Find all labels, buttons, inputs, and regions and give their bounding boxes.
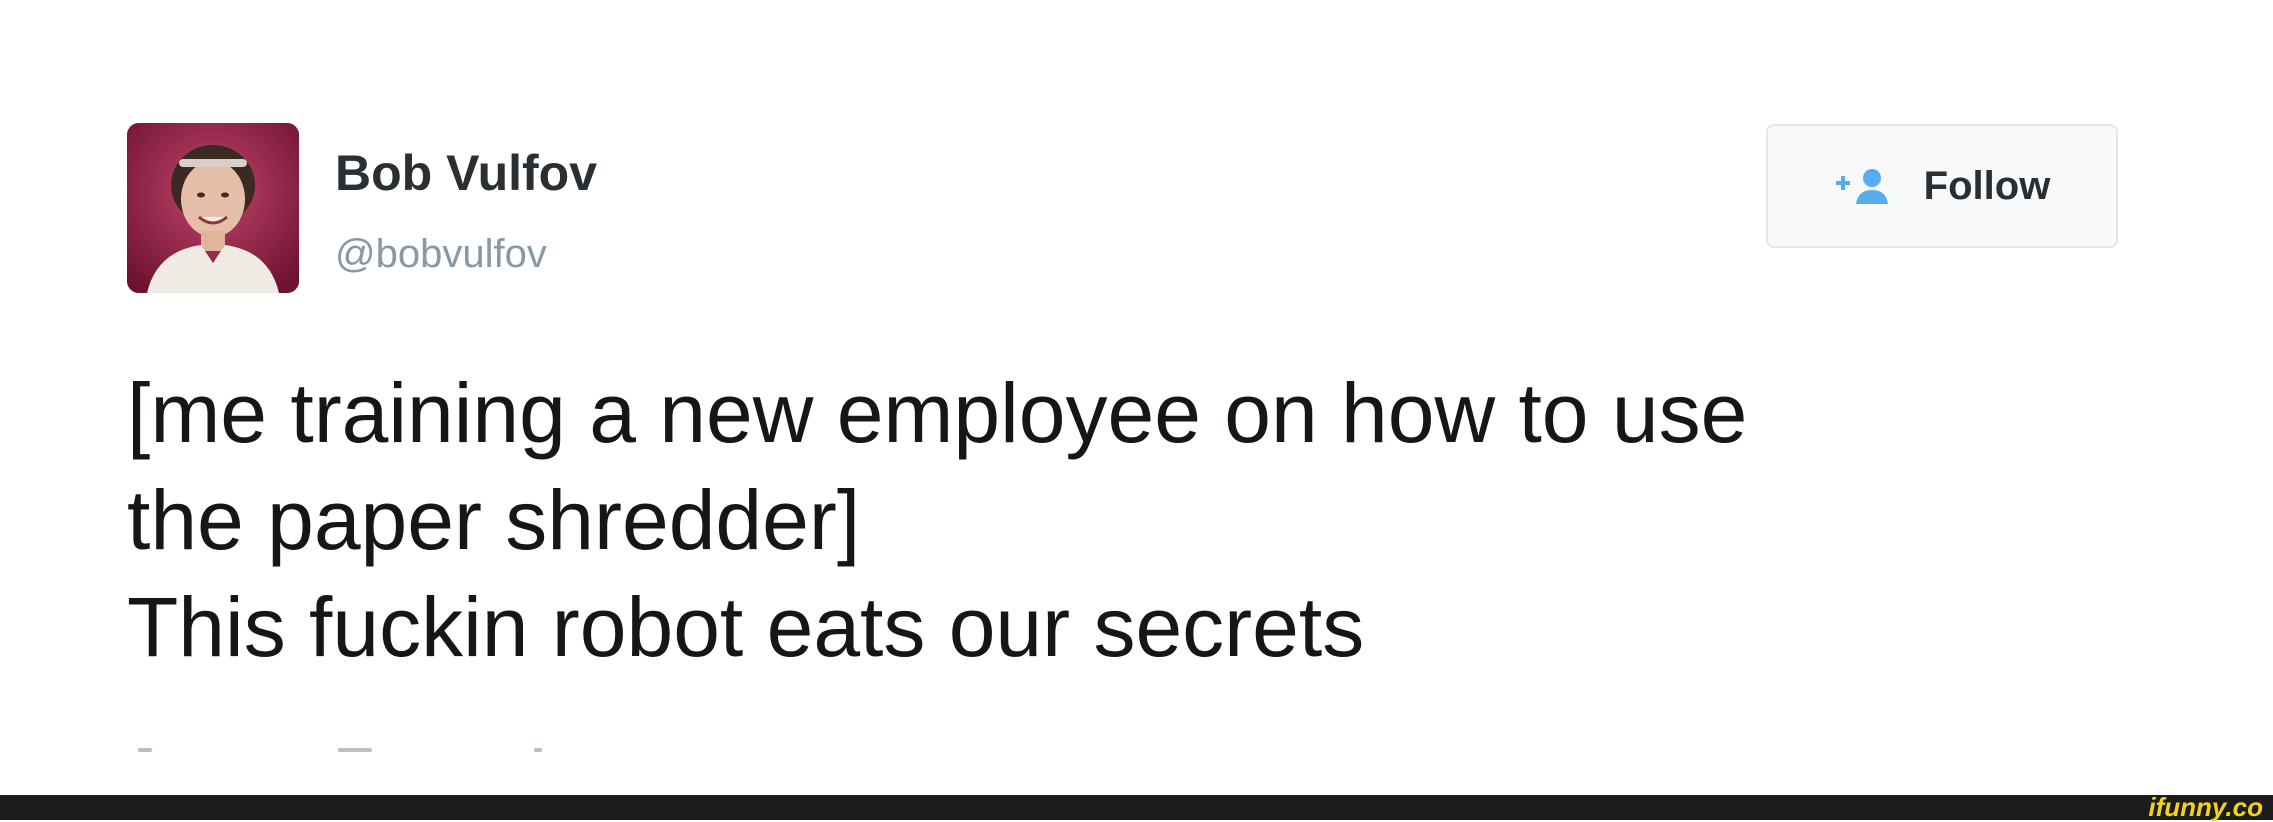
tweet-text: [me training a new employee on how to us… bbox=[127, 360, 2127, 681]
divider bbox=[138, 748, 152, 752]
tweet-text-line: [me training a new employee on how to us… bbox=[127, 366, 1748, 460]
follow-button[interactable]: Follow bbox=[1766, 124, 2118, 248]
divider bbox=[338, 748, 372, 752]
author-name[interactable]: Bob Vulfov bbox=[335, 148, 597, 198]
divider bbox=[534, 748, 542, 752]
tweet-text-line: This fuckin robot eats our secrets bbox=[127, 580, 1365, 674]
watermark-logo: ifunny.co bbox=[2148, 792, 2263, 822]
watermark-bar: ifunny.co bbox=[0, 792, 2273, 822]
follow-label: Follow bbox=[1923, 164, 2051, 208]
author-handle[interactable]: @bobvulfov bbox=[335, 234, 547, 274]
tweet-card: Bob Vulfov @bobvulfov Follow [me trainin… bbox=[0, 0, 2273, 795]
avatar[interactable] bbox=[127, 123, 299, 293]
tweet-text-line: the paper shredder] bbox=[127, 473, 861, 567]
avatar-photo bbox=[127, 123, 299, 293]
cropped-footer-remnant bbox=[0, 748, 2273, 762]
add-user-icon bbox=[1834, 166, 1900, 206]
